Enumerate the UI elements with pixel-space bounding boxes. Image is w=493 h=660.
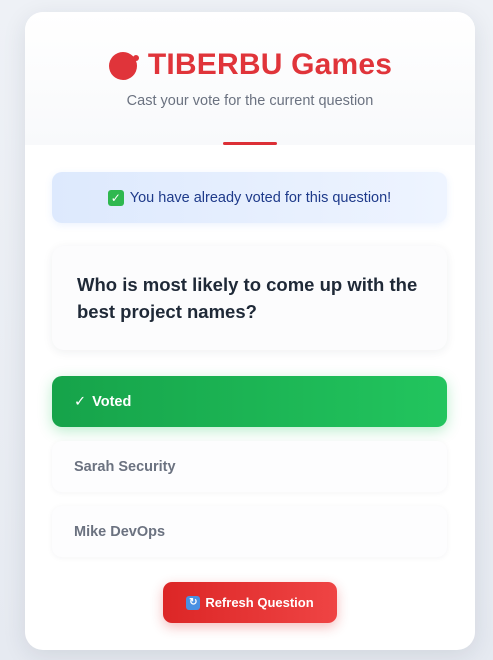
option-label: Voted [92, 393, 132, 410]
brand: TIBERBU Games [25, 48, 475, 82]
page-subtitle: Cast your vote for the current question [126, 93, 374, 109]
question-card: Who is most likely to come up with the b… [52, 246, 447, 350]
vote-option-sarah-security[interactable]: Sarah Security [52, 441, 447, 492]
vote-option-mike-devops[interactable]: Mike DevOps [52, 506, 447, 557]
already-voted-notice: ✓ You have already voted for this questi… [52, 172, 447, 223]
red-circle-logo-icon [108, 49, 140, 81]
option-label: Sarah Security [74, 458, 176, 475]
question-text: Who is most likely to come up with the b… [77, 274, 418, 322]
notice-text: You have already voted for this question… [129, 189, 392, 206]
option-label: Mike DevOps [74, 523, 166, 540]
brand-title: TIBERBU Games [147, 48, 393, 81]
check-mark-button-icon: ✓ [107, 189, 124, 206]
vote-option-voted[interactable]: ✓ Voted [52, 376, 447, 427]
card-header: TIBERBU Games Cast your vote for the cur… [25, 12, 475, 145]
vote-card: TIBERBU Games Cast your vote for the cur… [25, 12, 475, 650]
check-icon: ✓ [74, 393, 87, 410]
refresh-button-label: Refresh Question [205, 595, 314, 610]
refresh-question-button[interactable]: ↻ Refresh Question [163, 582, 337, 623]
header-divider [223, 142, 277, 145]
refresh-arrows-icon: ↻ [186, 595, 201, 610]
